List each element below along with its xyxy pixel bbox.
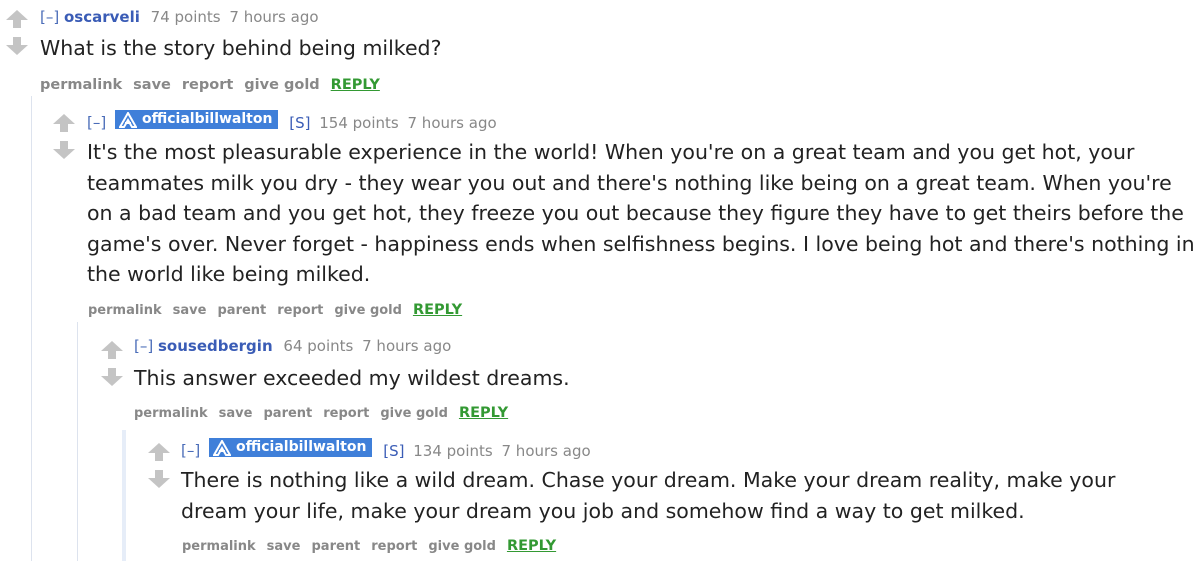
give-gold-button[interactable]: give gold	[334, 303, 402, 318]
report-button[interactable]: report	[277, 303, 323, 318]
comment-body: It's the most pleasurable experience in …	[87, 140, 1195, 286]
thread-rule-level2	[77, 322, 78, 561]
give-gold-button[interactable]: give gold	[380, 406, 448, 421]
author-link[interactable]: oscarveli	[64, 8, 140, 26]
permalink-button[interactable]: permalink	[182, 539, 256, 554]
save-button[interactable]: save	[173, 303, 207, 318]
comment-tagline: [–] oscarveli 74 points 7 hours ago	[40, 7, 319, 27]
comment-score: 64 points	[283, 337, 354, 355]
upvote-arrow-icon[interactable]	[148, 443, 170, 461]
comment-body: What is the story behind being milked?	[40, 36, 442, 60]
submitter-tag[interactable]: [S]	[383, 442, 404, 460]
report-button[interactable]: report	[371, 539, 417, 554]
upvote-arrow-icon[interactable]	[6, 10, 28, 28]
parent-button[interactable]: parent	[217, 303, 266, 318]
save-button[interactable]: save	[133, 77, 171, 93]
author-name: officialbillwalton	[142, 111, 273, 127]
comment-tagline: [–] officialbillwalton [S] 134 points 7 …	[181, 438, 591, 461]
comment-body: There is nothing like a wild dream. Chas…	[181, 468, 1116, 523]
thread-rule-level1	[31, 96, 32, 561]
reply-button[interactable]: REPLY	[459, 405, 508, 421]
parent-button[interactable]: parent	[263, 406, 312, 421]
comment-actions: permalink save parent report give gold REPLY	[182, 537, 567, 556]
comment-score: 154 points	[319, 113, 399, 132]
downvote-arrow-icon[interactable]	[101, 368, 123, 386]
author-link[interactable]: sousedbergin	[158, 337, 273, 355]
give-gold-button[interactable]: give gold	[244, 77, 319, 93]
comment-actions: permalink save parent report give gold REPLY	[134, 404, 519, 423]
permalink-button[interactable]: permalink	[134, 406, 208, 421]
thread-rule-level3	[122, 430, 126, 561]
downvote-arrow-icon[interactable]	[53, 141, 75, 159]
comment-score: 74 points	[150, 8, 221, 26]
report-button[interactable]: report	[323, 406, 369, 421]
reply-button[interactable]: REPLY	[507, 538, 556, 554]
give-gold-button[interactable]: give gold	[428, 539, 496, 554]
upvote-arrow-icon[interactable]	[101, 341, 123, 359]
reply-button[interactable]: REPLY	[413, 302, 462, 318]
comment-actions: permalink save parent report give gold REPLY	[88, 301, 473, 320]
comment-tagline: [–] sousedbergin 64 points 7 hours ago	[134, 336, 451, 356]
comment-actions: permalink save report give gold REPLY	[40, 76, 391, 94]
submitter-tag[interactable]: [S]	[289, 114, 310, 132]
save-button[interactable]: save	[267, 539, 301, 554]
comment-timestamp: 7 hours ago	[362, 337, 452, 355]
collapse-toggle[interactable]: [–]	[87, 114, 106, 132]
downvote-arrow-icon[interactable]	[6, 37, 28, 55]
comment-timestamp: 7 hours ago	[501, 441, 591, 460]
author-link-op[interactable]: officialbillwalton	[115, 110, 279, 129]
permalink-button[interactable]: permalink	[40, 77, 122, 93]
comment-timestamp: 7 hours ago	[407, 113, 497, 132]
report-button[interactable]: report	[182, 77, 233, 93]
comment-score: 134 points	[413, 441, 493, 460]
collapse-toggle[interactable]: [–]	[181, 442, 200, 460]
verified-logo-icon	[213, 439, 231, 456]
upvote-arrow-icon[interactable]	[53, 114, 75, 132]
collapse-toggle[interactable]: [–]	[40, 8, 59, 26]
save-button[interactable]: save	[219, 406, 253, 421]
comment-tagline: [–] officialbillwalton [S] 154 points 7 …	[87, 110, 497, 133]
reply-button[interactable]: REPLY	[331, 77, 380, 93]
author-name: officialbillwalton	[236, 439, 367, 455]
parent-button[interactable]: parent	[311, 539, 360, 554]
comment-body: This answer exceeded my wildest dreams.	[134, 366, 570, 390]
author-link-op[interactable]: officialbillwalton	[209, 438, 373, 457]
comment-timestamp: 7 hours ago	[229, 8, 319, 26]
collapse-toggle[interactable]: [–]	[134, 337, 153, 355]
downvote-arrow-icon[interactable]	[148, 470, 170, 488]
permalink-button[interactable]: permalink	[88, 303, 162, 318]
verified-logo-icon	[119, 111, 137, 128]
